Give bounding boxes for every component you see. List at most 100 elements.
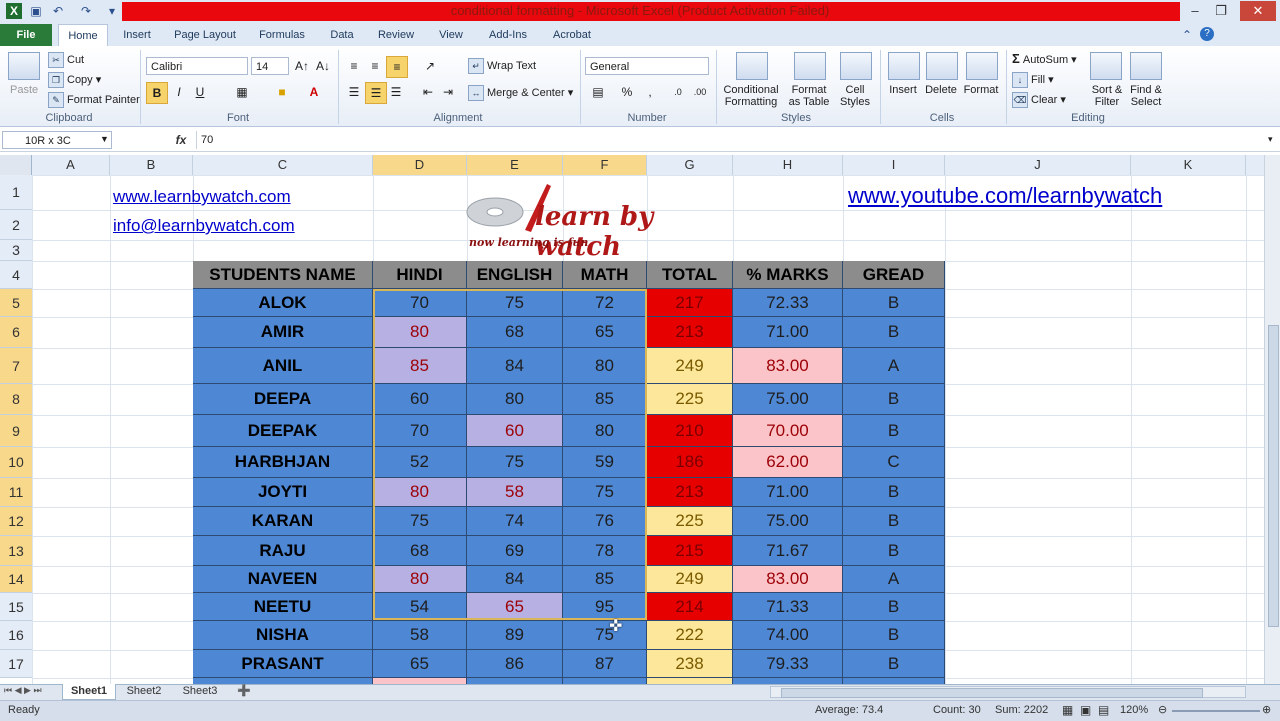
column-header-j[interactable]: J (945, 155, 1131, 175)
sort-filter-icon[interactable] (1090, 52, 1122, 80)
table-cell-total[interactable]: 238 (647, 650, 733, 678)
find-select-button[interactable]: Find & Select (1124, 84, 1168, 108)
row-header-17[interactable]: 17 (0, 650, 32, 678)
borders-icon[interactable]: ▦ (232, 82, 252, 102)
number-format-select[interactable]: General (585, 57, 709, 75)
close-button[interactable]: ✕ (1240, 1, 1276, 21)
customize-qat-icon[interactable]: ▾ (104, 3, 120, 19)
table-cell-math[interactable]: 72 (563, 289, 647, 317)
table-cell-math[interactable]: 80 (563, 415, 647, 447)
table-cell-total[interactable]: 186 (647, 447, 733, 478)
table-cell-marks[interactable]: 75.00 (733, 384, 843, 415)
table-cell-total[interactable]: 225 (647, 507, 733, 536)
tab-formulas[interactable]: Formulas (252, 24, 312, 46)
table-cell-grade[interactable]: A (843, 566, 945, 593)
row-header-5[interactable]: 5 (0, 289, 32, 317)
table-cell-total[interactable]: 225 (647, 384, 733, 415)
orientation-icon[interactable]: ↗ (420, 56, 440, 76)
table-cell-math[interactable]: 75 (563, 478, 647, 507)
merge-center-button[interactable]: ↔ Merge & Center ▾ (468, 85, 573, 101)
table-cell-english[interactable]: 84 (467, 566, 563, 593)
table-cell-math[interactable]: 85 (563, 566, 647, 593)
row-header-8[interactable]: 8 (0, 384, 32, 415)
table-cell-grade[interactable]: B (843, 593, 945, 621)
sort-filter-button[interactable]: Sort & Filter (1086, 84, 1128, 108)
table-cell-name[interactable]: AMIR (193, 317, 373, 348)
row-header-6[interactable]: 6 (0, 317, 32, 348)
table-cell-hindi[interactable]: 68 (373, 536, 467, 566)
table-cell-marks[interactable]: 71.00 (733, 317, 843, 348)
table-cell-name[interactable]: KARAN (193, 507, 373, 536)
fill-color-icon[interactable]: ■ (272, 82, 292, 102)
help-icon[interactable]: ? (1200, 27, 1214, 41)
table-cell-english[interactable]: 75 (467, 447, 563, 478)
row-header-1[interactable]: 1 (0, 175, 32, 210)
shrink-font-icon[interactable]: A↓ (313, 56, 333, 76)
formula-input[interactable]: 70 (196, 131, 1271, 149)
table-cell-math[interactable]: 80 (563, 348, 647, 384)
row-header-15[interactable]: 15 (0, 593, 32, 621)
align-left-icon[interactable]: ☰ (344, 82, 364, 102)
expand-formula-bar-icon[interactable]: ▾ (1268, 134, 1273, 145)
table-cell-math[interactable]: 95 (563, 593, 647, 621)
row-header-4[interactable]: 4 (0, 261, 32, 289)
table-cell-marks[interactable]: 72.33 (733, 289, 843, 317)
table-cell-english[interactable]: 84 (467, 348, 563, 384)
table-cell-total[interactable]: 214 (647, 593, 733, 621)
tab-home[interactable]: Home (58, 24, 108, 46)
table-cell-english[interactable]: 69 (467, 536, 563, 566)
name-box-dropdown-icon[interactable]: ▼ (100, 134, 109, 144)
row-header-2[interactable]: 2 (0, 210, 32, 240)
tab-data[interactable]: Data (322, 24, 362, 46)
cell-styles-icon[interactable] (840, 52, 872, 80)
excel-app-icon[interactable]: X (6, 3, 22, 19)
format-cells-icon[interactable] (966, 52, 998, 80)
clear-button[interactable]: ⌫ Clear ▾ (1012, 92, 1066, 108)
decrease-indent-icon[interactable]: ⇤ (418, 82, 438, 102)
font-size-select[interactable]: 14 (251, 57, 289, 75)
table-cell-english[interactable]: 68 (467, 317, 563, 348)
vertical-scrollbar[interactable] (1264, 155, 1280, 684)
tab-insert[interactable]: Insert (114, 24, 160, 46)
table-cell-marks[interactable]: 62.00 (733, 447, 843, 478)
table-cell-hindi[interactable]: 58 (373, 621, 467, 650)
align-bottom-icon[interactable]: ≡ (386, 56, 408, 78)
find-select-icon[interactable] (1130, 52, 1162, 80)
table-cell-english[interactable]: 74 (467, 507, 563, 536)
column-header-i[interactable]: I (843, 155, 945, 175)
tab-page-layout[interactable]: Page Layout (168, 24, 242, 46)
table-cell-marks[interactable]: 83.00 (733, 348, 843, 384)
table-cell-english[interactable]: 89 (467, 621, 563, 650)
table-cell-grade[interactable]: B (843, 507, 945, 536)
table-cell-total[interactable]: 215 (647, 536, 733, 566)
table-cell-hindi[interactable]: 54 (373, 593, 467, 621)
column-header-b[interactable]: B (110, 155, 193, 175)
conditional-formatting-icon[interactable] (736, 52, 768, 80)
table-cell-hindi[interactable]: 70 (373, 289, 467, 317)
column-header-e[interactable]: E (467, 155, 563, 175)
table-cell-math[interactable]: 76 (563, 507, 647, 536)
autosum-button[interactable]: Σ AutoSum ▾ (1012, 51, 1077, 66)
table-cell-english[interactable]: 60 (467, 415, 563, 447)
view-page-break-icon[interactable]: ▤ (1098, 701, 1109, 719)
bold-button[interactable]: B (146, 82, 168, 104)
email-link[interactable]: info@learnbywatch.com (113, 216, 295, 236)
row-header-13[interactable]: 13 (0, 536, 32, 566)
insert-cells-icon[interactable] (888, 52, 920, 80)
table-cell-grade[interactable]: B (843, 478, 945, 507)
copy-button[interactable]: ❐ Copy ▾ (48, 72, 101, 88)
table-cell-math[interactable]: 78 (563, 536, 647, 566)
ribbon-minimize-icon[interactable]: ⌃ (1182, 28, 1192, 42)
format-as-table-icon[interactable] (794, 52, 826, 80)
table-cell-grade[interactable]: B (843, 415, 945, 447)
table-cell-name[interactable]: ALOK (193, 289, 373, 317)
select-all-button[interactable] (0, 155, 32, 175)
row-header-12[interactable]: 12 (0, 507, 32, 536)
table-cell-name[interactable]: RAJU (193, 536, 373, 566)
name-box[interactable]: 10R x 3C (2, 131, 112, 149)
paste-icon[interactable] (8, 52, 40, 80)
view-page-layout-icon[interactable]: ▣ (1080, 701, 1091, 719)
insert-cells-button[interactable]: Insert (884, 84, 922, 96)
table-cell-english[interactable]: 80 (467, 384, 563, 415)
table-cell-total[interactable]: 249 (647, 348, 733, 384)
